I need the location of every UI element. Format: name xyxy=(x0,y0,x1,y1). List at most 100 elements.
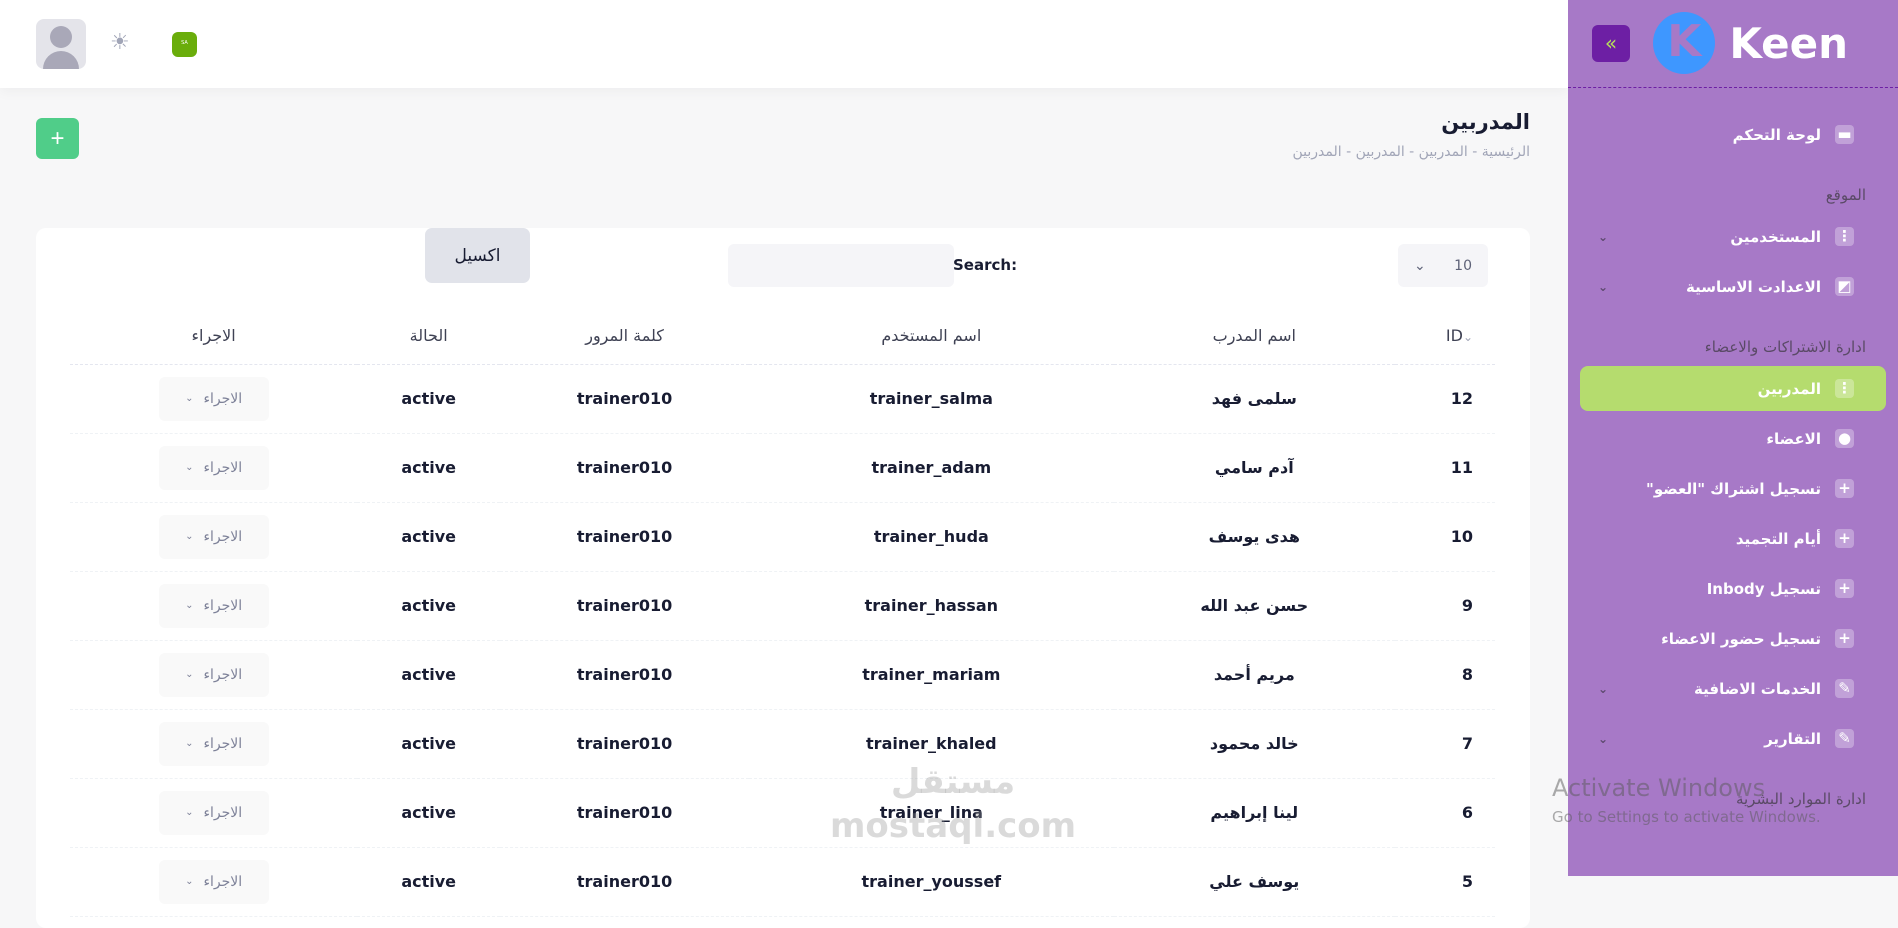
cell-password: trainer010 xyxy=(500,364,750,434)
cell-name: خالد محمود xyxy=(1113,709,1395,779)
action-dropdown-button[interactable]: الاجراء ⌄ xyxy=(158,790,269,835)
sidebar-item-label: أيام التجميد xyxy=(1735,529,1821,548)
chevron-down-icon: ⌄ xyxy=(185,738,194,749)
sidebar-divider xyxy=(1568,87,1898,88)
action-dropdown-button[interactable]: الاجراء ⌄ xyxy=(158,652,269,697)
cell-status: active xyxy=(357,364,501,434)
column-header-password[interactable]: كلمة المرور xyxy=(500,308,750,365)
activate-windows-subtitle: Go to Settings to activate Windows. xyxy=(1552,808,1821,826)
cell-status: active xyxy=(357,778,501,848)
column-header-name[interactable]: اسم المدرب xyxy=(1113,308,1395,365)
chevron-down-icon: ⌄ xyxy=(185,531,194,542)
keen-logo-icon: K xyxy=(1653,12,1716,74)
sidebar: K Keen » ▬ لوحة التحكم الموقع ⋮ المستخدمين ⌄ ◩… xyxy=(1568,0,1898,876)
cell-id: 7 xyxy=(1395,709,1495,779)
menu-icon: ⋮ xyxy=(1835,227,1854,246)
table-row: 9 حسن عبد الله trainer_hassan trainer010… xyxy=(70,571,1495,641)
cell-password: trainer010 xyxy=(500,640,750,710)
column-header-action[interactable]: الاجراء xyxy=(70,308,358,365)
action-dropdown-button[interactable]: الاجراء ⌄ xyxy=(158,721,269,766)
action-dropdown-button[interactable]: الاجراء ⌄ xyxy=(158,514,269,559)
menu-icon: ✎ xyxy=(1835,729,1854,748)
top-header: ☀ SA xyxy=(0,0,1568,88)
menu-icon: ⋮ xyxy=(1835,379,1854,398)
action-dropdown-button[interactable]: الاجراء ⌄ xyxy=(158,859,269,904)
cell-id: 8 xyxy=(1395,640,1495,710)
cell-password: trainer010 xyxy=(500,433,750,503)
cell-password: trainer010 xyxy=(500,847,750,917)
cell-id: 6 xyxy=(1395,778,1495,848)
chevron-down-icon: ⌄ xyxy=(1414,257,1426,274)
sidebar-item-label: التقارير xyxy=(1764,729,1821,748)
table-row: 8 مريم أحمد trainer_mariam trainer010 ac… xyxy=(70,640,1495,710)
cell-password: trainer010 xyxy=(500,502,750,572)
language-flag-icon[interactable]: SA xyxy=(172,32,197,57)
column-header-status[interactable]: الحالة xyxy=(357,308,501,365)
menu-icon: + xyxy=(1835,629,1854,648)
sidebar-item[interactable]: ✎ الخدمات الاضافية ⌄ xyxy=(1580,666,1886,711)
table-row: 12 سلمى فهد trainer_salma trainer010 act… xyxy=(70,364,1495,434)
add-trainer-button[interactable]: + xyxy=(36,118,79,159)
column-header-id[interactable]: ⌄ID xyxy=(1395,308,1495,365)
excel-export-button[interactable]: اكسيل xyxy=(425,228,530,283)
cell-status: active xyxy=(357,640,501,710)
sidebar-item-label: تسجيل Inbody xyxy=(1706,579,1821,598)
user-avatar[interactable] xyxy=(36,19,86,69)
cell-action: الاجراء ⌄ xyxy=(70,571,358,641)
sidebar-item[interactable]: ⋮ المدربين xyxy=(1580,366,1886,411)
cell-name: لينا إبراهيم xyxy=(1113,778,1395,848)
activate-windows-title: Activate Windows xyxy=(1552,774,1766,802)
theme-sun-icon[interactable]: ☀ xyxy=(110,32,130,54)
menu-icon: ✎ xyxy=(1835,679,1854,698)
chevron-down-icon: ⌄ xyxy=(1598,279,1609,294)
sidebar-item[interactable]: ⋮ المستخدمين ⌄ xyxy=(1580,214,1886,259)
chevron-down-icon: ⌄ xyxy=(1598,681,1609,696)
search-label: Search: xyxy=(953,256,1018,274)
cell-name: مريم أحمد xyxy=(1113,640,1395,710)
table-row: 5 يوسف علي trainer_youssef trainer010 ac… xyxy=(70,847,1495,917)
sidebar-item[interactable]: + تسجيل Inbody xyxy=(1580,566,1886,611)
sidebar-item[interactable]: + تسجيل اشتراك "العضو" xyxy=(1580,466,1886,511)
sidebar-item[interactable]: ▬ لوحة التحكم xyxy=(1580,112,1886,157)
sidebar-item[interactable]: ◩ الاعدادت الاساسية ⌄ xyxy=(1580,264,1886,309)
cell-action: الاجراء ⌄ xyxy=(70,847,358,917)
chevron-down-icon: ⌄ xyxy=(1598,731,1609,746)
page-size-select[interactable]: 10 ⌄ xyxy=(1398,244,1488,287)
sidebar-item-label: الخدمات الاضافية xyxy=(1694,679,1821,698)
sidebar-item[interactable]: ● الاعضاء xyxy=(1580,416,1886,461)
brand-logo[interactable]: K Keen xyxy=(1653,12,1848,74)
sidebar-item[interactable]: ✎ التقارير ⌄ xyxy=(1580,716,1886,761)
sidebar-item-label: الاعضاء xyxy=(1766,429,1821,448)
table-row: 10 هدى يوسف trainer_huda trainer010 acti… xyxy=(70,502,1495,572)
sidebar-item[interactable]: + تسجيل حضور الاعضاء xyxy=(1580,616,1886,661)
table-row: 7 خالد محمود trainer_khaled trainer010 a… xyxy=(70,709,1495,779)
cell-status: active xyxy=(357,433,501,503)
action-dropdown-button[interactable]: الاجراء ⌄ xyxy=(158,445,269,490)
sidebar-item-label: الاعدادت الاساسية xyxy=(1685,277,1821,296)
menu-icon: + xyxy=(1835,529,1854,548)
sidebar-section-label: ادارة الاشتراكات والاعضاء xyxy=(1704,338,1866,356)
sidebar-section-label: الموقع xyxy=(1825,186,1866,204)
cell-action: الاجراء ⌄ xyxy=(70,364,358,434)
chevron-down-icon: ⌄ xyxy=(185,669,194,680)
cell-username: trainer_youssef xyxy=(749,847,1114,917)
cell-username: trainer_huda xyxy=(749,502,1114,572)
cell-name: آدم سامي xyxy=(1113,433,1395,503)
sidebar-item[interactable]: + أيام التجميد xyxy=(1580,516,1886,561)
sidebar-menu: ▬ لوحة التحكم الموقع ⋮ المستخدمين ⌄ ◩ الاعدادت … xyxy=(1568,112,1898,818)
page-title: المدربين xyxy=(1441,110,1530,134)
chevron-down-icon: ⌄ xyxy=(1598,229,1609,244)
table-row: 11 آدم سامي trainer_adam trainer010 acti… xyxy=(70,433,1495,503)
menu-icon: ▬ xyxy=(1835,125,1854,144)
action-dropdown-button[interactable]: الاجراء ⌄ xyxy=(158,376,269,421)
sidebar-item-label: لوحة التحكم xyxy=(1732,125,1821,144)
cell-name: حسن عبد الله xyxy=(1113,571,1395,641)
table-row: 6 لينا إبراهيم trainer_lina trainer010 a… xyxy=(70,778,1495,848)
chevron-down-icon: ⌄ xyxy=(185,600,194,611)
chevron-down-icon: ⌄ xyxy=(185,876,194,887)
cell-status: active xyxy=(357,502,501,572)
action-dropdown-button[interactable]: الاجراء ⌄ xyxy=(158,583,269,628)
search-input[interactable] xyxy=(728,244,954,287)
sidebar-toggle-button[interactable]: » xyxy=(1592,25,1630,62)
column-header-username[interactable]: اسم المستخدم xyxy=(749,308,1114,365)
